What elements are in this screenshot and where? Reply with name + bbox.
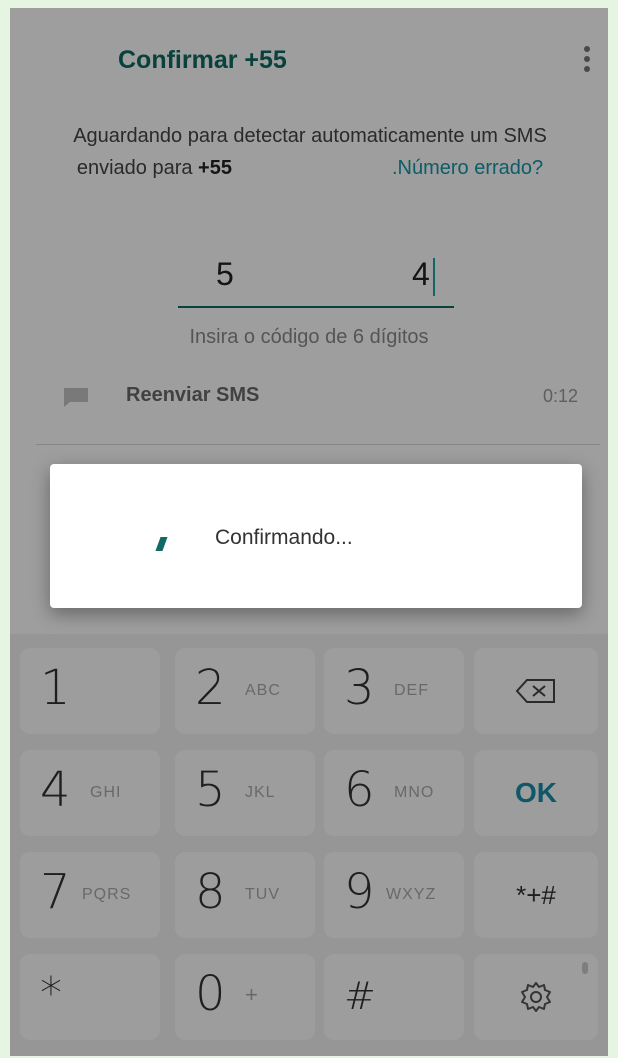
spinner-icon xyxy=(155,537,168,551)
dialog-message: Confirmando... xyxy=(215,526,353,549)
confirming-dialog: Confirmando... xyxy=(50,464,582,608)
verification-screen: Confirmar +55 Aguardando para detectar a… xyxy=(10,8,608,1056)
